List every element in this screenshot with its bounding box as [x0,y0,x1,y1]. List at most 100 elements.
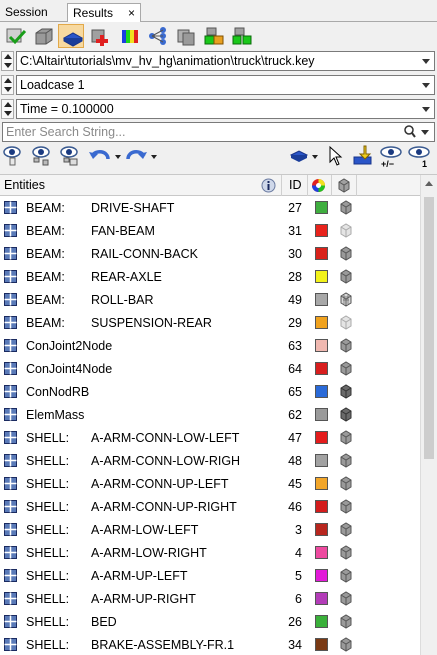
color-swatch[interactable] [315,339,328,352]
color-swatch[interactable] [315,454,328,467]
display-style-icon[interactable] [339,223,353,238]
search-input[interactable] [6,124,401,140]
chevron-down-icon[interactable] [422,83,430,88]
color-swatch[interactable] [315,316,328,329]
display-style-icon[interactable] [339,384,353,399]
show-count-icon[interactable]: 1 [407,145,433,169]
import-icon[interactable] [351,145,373,167]
table-row[interactable]: SHELL: A-ARM-UP-LEFT 5 [0,564,420,587]
color-swatch[interactable] [315,201,328,214]
file-path-select[interactable]: C:\Altair\tutorials\mv_hv_hg\animation\t… [16,51,435,71]
display-style-icon[interactable] [339,568,353,583]
table-row[interactable]: SHELL: A-ARM-LOW-RIGHT 4 [0,541,420,564]
color-swatch[interactable] [315,615,328,628]
table-row[interactable]: SHELL: A-ARM-LOW-LEFT 3 [0,518,420,541]
model-icon[interactable] [30,24,56,48]
search-icon[interactable] [404,125,416,138]
header-id[interactable]: ID [289,178,302,192]
table-row[interactable]: ConNodRB 65 [0,380,420,403]
loadcase-select[interactable]: Loadcase 1 [16,75,435,95]
color-swatch[interactable] [315,385,328,398]
tab-session[interactable]: Session [0,3,58,22]
table-row[interactable]: BEAM: REAR-AXLE 28 [0,265,420,288]
display-style-icon[interactable] [339,361,353,376]
group-icon[interactable] [228,24,254,48]
assembly-icon[interactable] [200,24,226,48]
visibility-icon[interactable] [3,145,23,167]
time-select[interactable]: Time = 0.100000 [16,99,435,119]
table-row[interactable]: ConJoint4Node 64 [0,357,420,380]
table-row[interactable]: SHELL: A-ARM-CONN-UP-RIGHT 46 [0,495,420,518]
table-row[interactable]: BEAM: RAIL-CONN-BACK 30 [0,242,420,265]
chevron-down-icon[interactable] [421,130,429,135]
display-style-icon[interactable] [339,637,353,652]
display-style-icon[interactable] [339,246,353,261]
close-icon[interactable]: × [128,4,135,22]
display-style-icon[interactable] [339,453,353,468]
color-swatch[interactable] [315,592,328,605]
color-swatch[interactable] [315,523,328,536]
cursor-icon[interactable] [328,145,344,167]
display-style-icon[interactable] [339,269,353,284]
table-row[interactable]: BEAM: SUSPENSION-REAR 29 [0,311,420,334]
color-swatch[interactable] [315,247,328,260]
display-style-icon[interactable] [339,545,353,560]
file-spinner[interactable] [1,51,14,71]
table-row[interactable]: SHELL: A-ARM-UP-RIGHT 6 [0,587,420,610]
add-component-icon[interactable] [87,24,113,48]
display-style-icon[interactable] [339,407,353,422]
color-swatch[interactable] [315,408,328,421]
isolate-icon[interactable]: +/− [378,145,404,169]
display-style-icon[interactable] [339,591,353,606]
vertical-scrollbar[interactable] [420,175,437,655]
color-wheel-icon[interactable] [311,178,326,193]
show-all-icon[interactable] [59,145,81,167]
table-row[interactable]: SHELL: A-ARM-CONN-LOW-RIGH 48 [0,449,420,472]
display-style-icon[interactable] [339,315,353,330]
color-swatch[interactable] [315,431,328,444]
table-row[interactable]: SHELL: BED 26 [0,610,420,633]
display-style-icon[interactable] [339,292,353,307]
color-swatch[interactable] [315,477,328,490]
color-swatch[interactable] [315,638,328,651]
display-style-icon[interactable] [339,614,353,629]
scroll-thumb[interactable] [424,197,434,459]
part-list-icon[interactable] [58,24,84,48]
color-swatch[interactable] [315,569,328,582]
color-swatch[interactable] [315,224,328,237]
time-spinner[interactable] [1,99,14,119]
collector-icon[interactable] [172,24,198,48]
table-row[interactable]: SHELL: A-ARM-CONN-UP-LEFT 45 [0,472,420,495]
table-row[interactable]: BEAM: FAN-BEAM 31 [0,219,420,242]
display-style-icon[interactable] [339,522,353,537]
tab-results[interactable]: Results × [67,3,141,23]
color-swatch[interactable] [315,546,328,559]
color-swatch[interactable] [315,500,328,513]
loadcase-spinner[interactable] [1,75,14,95]
table-row[interactable]: SHELL: BRAKE-ASSEMBLY-FR.1 34 [0,633,420,655]
show-selected-icon[interactable] [31,145,53,167]
color-swatch[interactable] [315,293,328,306]
chevron-down-icon[interactable] [422,59,430,64]
scroll-up-icon[interactable] [425,181,433,186]
display-style-icon[interactable] [339,338,353,353]
display-style-icon[interactable] [339,476,353,491]
table-row[interactable]: BEAM: DRIVE-SHAFT 27 [0,196,420,219]
chevron-down-icon[interactable] [422,107,430,112]
table-row[interactable]: SHELL: A-ARM-CONN-LOW-LEFT 47 [0,426,420,449]
cube-icon[interactable] [337,178,351,193]
table-row[interactable]: ElemMass 62 [0,403,420,426]
display-style-icon[interactable] [339,200,353,215]
check-icon[interactable] [2,24,28,48]
header-entities[interactable]: Entities [4,178,45,192]
table-row[interactable]: BEAM: ROLL-BAR 49 [0,288,420,311]
undo-icon[interactable] [88,145,122,167]
display-style-icon[interactable] [339,430,353,445]
contour-icon[interactable] [116,24,142,48]
color-swatch[interactable] [315,362,328,375]
display-mode-icon[interactable] [289,145,323,167]
table-row[interactable]: ConJoint2Node 63 [0,334,420,357]
color-swatch[interactable] [315,270,328,283]
display-style-icon[interactable] [339,499,353,514]
info-icon[interactable] [261,178,276,193]
